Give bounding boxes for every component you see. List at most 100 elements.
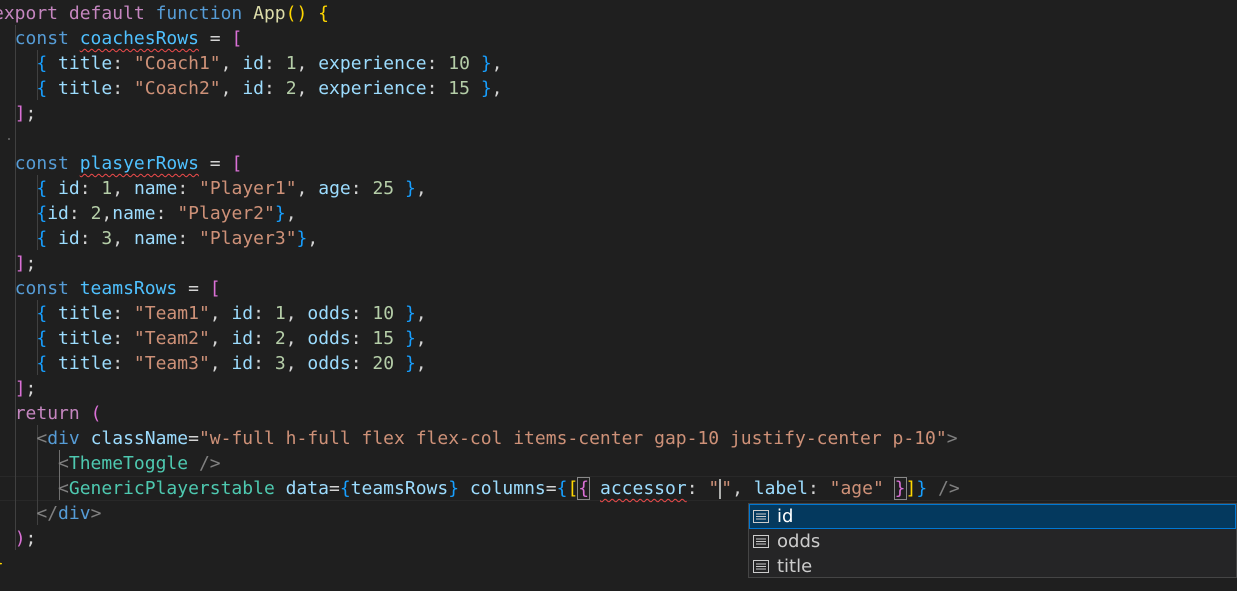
- code-line[interactable]: const plasyerRows = [: [0, 151, 243, 176]
- suggestion-label: odds: [777, 531, 821, 552]
- code-token: "Team3": [133, 353, 210, 374]
- code-token: 1: [101, 178, 113, 199]
- code-token: :: [350, 303, 373, 324]
- code-token: "age": [829, 478, 884, 499]
- code-token: GenericPlayerstable: [68, 478, 275, 499]
- code-line[interactable]: ];: [0, 376, 37, 401]
- code-line[interactable]: return (: [0, 401, 102, 426]
- code-token: >: [90, 503, 102, 524]
- code-line[interactable]: {id: 2,name: "Player2"},: [0, 201, 296, 226]
- code-token: 2: [285, 78, 297, 99]
- code-token: teamsRows: [350, 478, 449, 499]
- code-line[interactable]: { title: "Team3", id: 3, odds: 20 },: [0, 351, 426, 376]
- code-line[interactable]: { id: 1, name: "Player1", age: 25 },: [0, 176, 426, 201]
- code-token: function: [155, 3, 243, 24]
- code-token: (): [285, 3, 308, 24]
- code-line[interactable]: { title: "Team2", id: 2, odds: 15 },: [0, 326, 427, 351]
- code-token: "Coach2": [133, 78, 221, 99]
- code-token: 20: [372, 353, 395, 374]
- code-token: {: [36, 78, 48, 99]
- code-token: }: [404, 303, 416, 324]
- code-token: (: [90, 403, 102, 424]
- code-token: ,: [732, 478, 754, 499]
- field-icon: [753, 535, 769, 548]
- code-token: title: [58, 303, 113, 324]
- code-token: :: [112, 353, 134, 374]
- code-line[interactable]: ];: [0, 251, 37, 276]
- code-token: 3: [274, 353, 286, 374]
- code-line[interactable]: { title: "Team1", id: 1, odds: 10 },: [0, 301, 426, 326]
- code-line[interactable]: );: [0, 526, 37, 551]
- suggestion-item[interactable]: odds: [749, 529, 1236, 554]
- code-line[interactable]: ];: [0, 101, 37, 126]
- whitespace-marker: [8, 138, 10, 140]
- code-token: 10: [372, 303, 395, 324]
- code-token: experience: [318, 78, 427, 99]
- code-line[interactable]: </div>: [0, 501, 101, 526]
- code-line[interactable]: }: [0, 551, 4, 576]
- code-token: :: [79, 228, 102, 249]
- code-line[interactable]: <div className="w-full h-full flex flex-…: [0, 426, 958, 451]
- code-token: ,: [491, 78, 503, 99]
- code-token: [: [209, 278, 221, 299]
- code-token: 1: [285, 53, 297, 74]
- code-token: />: [938, 478, 960, 499]
- autocomplete-suggestions[interactable]: id odds title: [748, 503, 1237, 578]
- code-token: App: [253, 3, 286, 24]
- code-token: age: [318, 178, 351, 199]
- code-line[interactable]: <ThemeToggle />: [0, 451, 221, 476]
- code-token: :: [253, 353, 275, 374]
- code-editor[interactable]: export default function App() { const co…: [0, 0, 1237, 591]
- code-token: id: [58, 178, 80, 199]
- code-token: ,: [296, 178, 319, 199]
- suggestion-item[interactable]: id: [749, 504, 1236, 529]
- code-line[interactable]: { title: "Coach2", id: 2, experience: 15…: [0, 76, 503, 101]
- code-token: "Team2": [133, 328, 210, 349]
- suggestion-list[interactable]: id odds title: [749, 504, 1236, 579]
- code-line[interactable]: <GenericPlayerstable data={teamsRows} co…: [0, 476, 960, 501]
- code-token: accessor: [599, 478, 687, 499]
- code-token: ,: [415, 328, 427, 349]
- code-token: ,: [285, 353, 308, 374]
- suggestion-item[interactable]: title: [749, 554, 1236, 579]
- code-token: =: [198, 153, 232, 174]
- code-token: "w-full h-full flex flex-col items-cente…: [198, 428, 947, 449]
- code-line[interactable]: { title: "Coach1", id: 1, experience: 10…: [0, 51, 502, 76]
- code-token: id: [58, 228, 80, 249]
- code-token: <: [36, 428, 48, 449]
- code-token: 25: [372, 178, 395, 199]
- code-line[interactable]: const coachesRows = [: [0, 26, 243, 51]
- code-token: ,: [220, 53, 243, 74]
- code-token: title: [58, 53, 113, 74]
- code-token: =: [188, 428, 199, 449]
- code-token: ,: [209, 353, 232, 374]
- code-token: odds: [307, 328, 351, 349]
- code-token: :: [253, 328, 275, 349]
- code-line[interactable]: export default function App() {: [0, 1, 329, 26]
- code-token: {: [339, 478, 351, 499]
- code-token: }: [404, 178, 416, 199]
- code-line[interactable]: { id: 3, name: "Player3"},: [0, 226, 318, 251]
- code-token: 1: [274, 303, 286, 324]
- code-line[interactable]: const teamsRows = [: [0, 276, 221, 301]
- code-token: }: [296, 228, 308, 249]
- code-token: :: [350, 353, 373, 374]
- code-token: >: [946, 428, 958, 449]
- code-token: }: [274, 203, 286, 224]
- code-token: ;: [25, 103, 37, 124]
